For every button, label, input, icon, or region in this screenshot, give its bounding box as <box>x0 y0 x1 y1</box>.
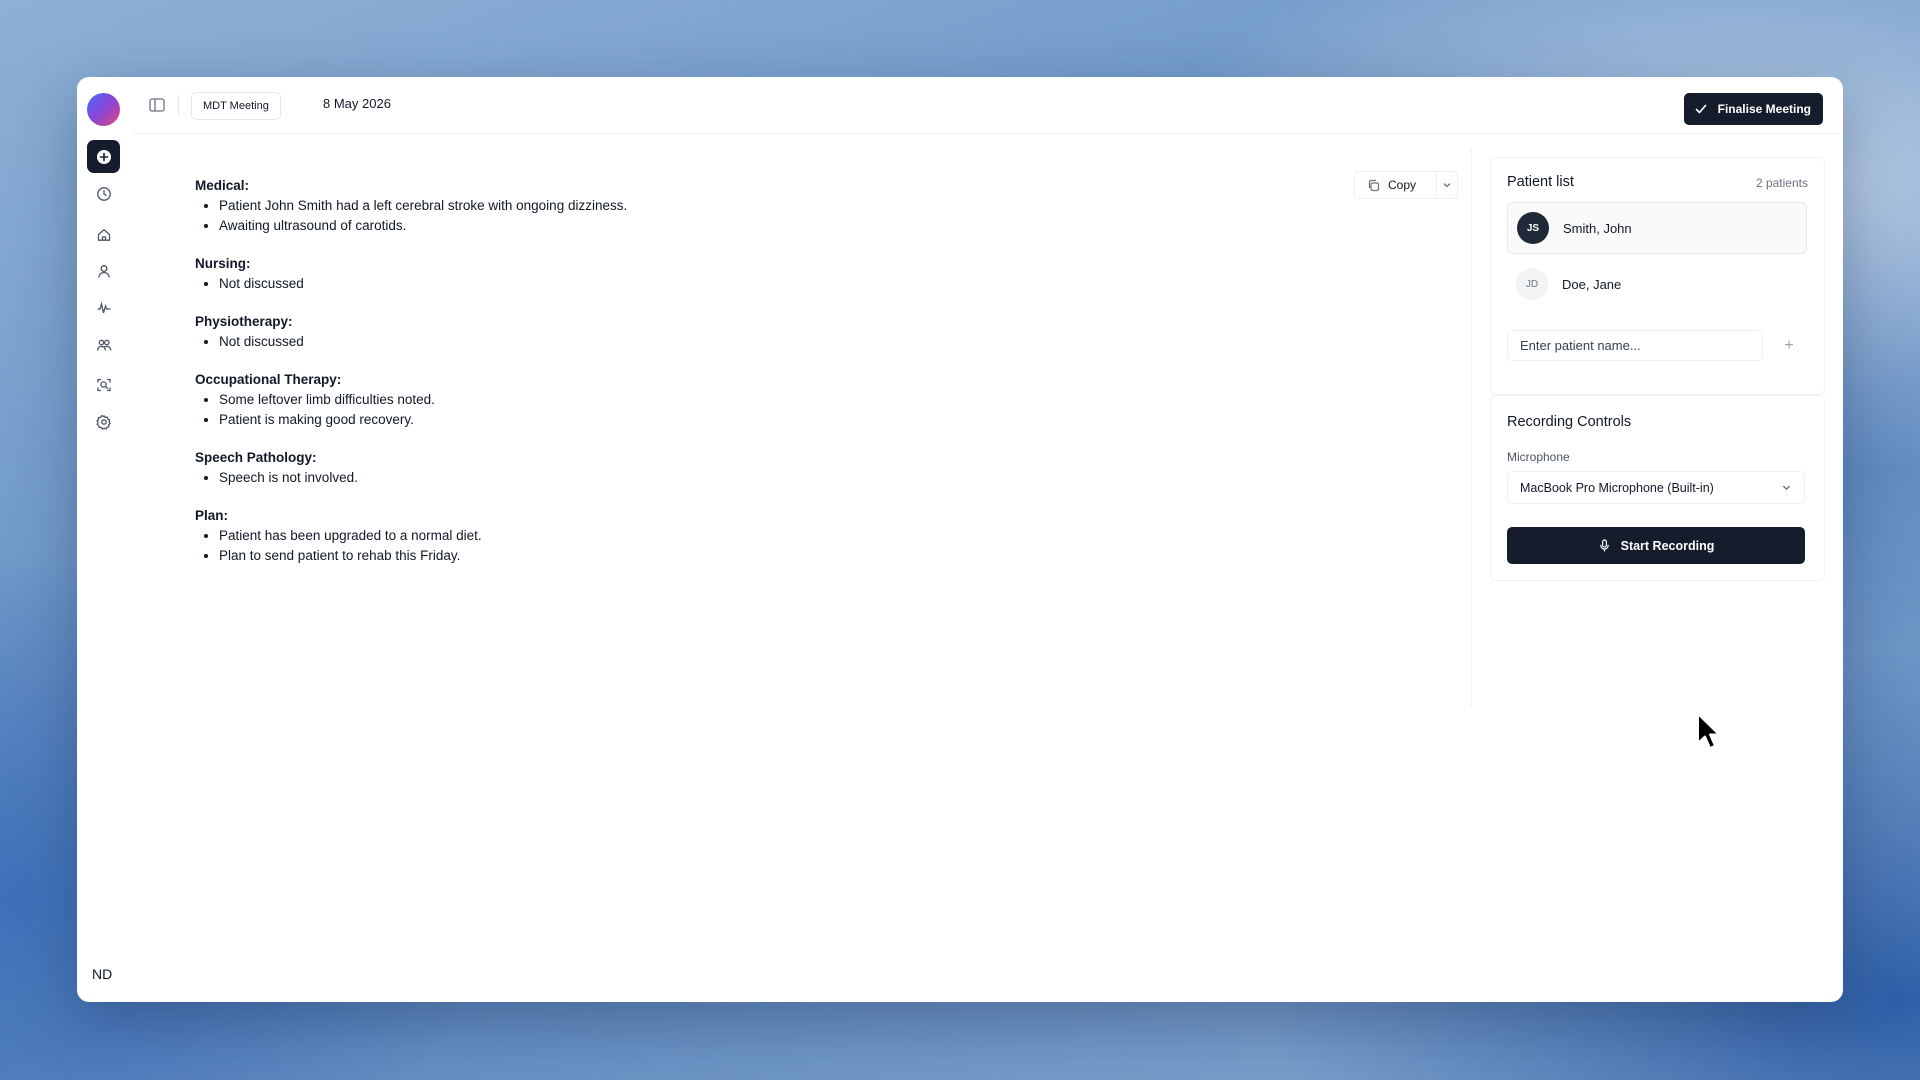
note-section-title: Occupational Therapy: <box>195 372 342 387</box>
list-item: Not discussed <box>219 332 627 352</box>
sidebar-item-home[interactable] <box>87 218 120 251</box>
patient-list-title: Patient list <box>1507 174 1574 190</box>
microphone-label: Microphone <box>1507 450 1570 464</box>
note-section: Physiotherapy: Not discussed <box>195 312 627 352</box>
note-section: Plan: Patient has been upgraded to a norm… <box>195 506 627 566</box>
meeting-type-tag[interactable]: MDT Meeting <box>191 92 281 120</box>
sidebar-item-search[interactable] <box>87 368 120 401</box>
chevron-down-icon <box>1443 183 1451 188</box>
user-initials[interactable]: ND <box>92 966 112 982</box>
copy-label: Copy <box>1388 178 1417 192</box>
note-section: Occupational Therapy: Some leftover limb … <box>195 370 627 430</box>
note-section-title: Nursing: <box>195 256 251 271</box>
activity-icon <box>96 300 111 313</box>
list-item: Awaiting ultrasound of carotids. <box>219 216 627 236</box>
sidebar-panel-icon <box>149 98 165 112</box>
note-section: Medical: Patient John Smith had a left ce… <box>195 176 627 236</box>
note-list: Some leftover limb difficulties noted.Pa… <box>195 390 627 430</box>
start-recording-button[interactable]: Start Recording <box>1507 527 1805 564</box>
chevron-down-icon <box>1783 485 1790 491</box>
add-patient-button[interactable]: + <box>1779 336 1799 356</box>
note-section-title: Medical: <box>195 178 250 193</box>
user-icon <box>97 264 110 278</box>
patient-item[interactable]: JS Smith, John <box>1507 202 1807 254</box>
patient-list-card: Patient list 2 patients JS Smith, John J… <box>1490 157 1825 395</box>
recording-controls-title: Recording Controls <box>1507 414 1632 430</box>
finalise-label: Finalise Meeting <box>1717 102 1811 116</box>
note-section: Nursing: Not discussed <box>195 254 627 294</box>
list-item: Speech is not involved. <box>219 468 627 488</box>
microphone-value: MacBook Pro Microphone (Built-in) <box>1520 480 1714 495</box>
note-list: Not discussed <box>195 332 627 352</box>
note-list: Patient has been upgraded to a normal di… <box>195 526 627 566</box>
patient-name: Doe, Jane <box>1562 276 1622 292</box>
avatar: JS <box>1517 212 1549 244</box>
avatar: JD <box>1516 268 1548 300</box>
new-meeting-button[interactable] <box>87 140 120 173</box>
panel-divider <box>1471 147 1472 707</box>
list-item: Patient John Smith had a left cerebral s… <box>219 196 627 216</box>
sidebar: ND <box>77 77 133 1002</box>
list-item: Some leftover limb difficulties noted. <box>219 390 627 410</box>
meeting-date: 8 May 2026 <box>323 96 391 111</box>
sidebar-item-settings[interactable] <box>87 405 120 438</box>
copy-options-dropdown[interactable] <box>1436 172 1457 198</box>
search-document-icon <box>96 378 111 391</box>
finalise-meeting-button[interactable]: Finalise Meeting <box>1683 93 1823 125</box>
note-section: Speech Pathology: Speech is not involved. <box>195 448 627 488</box>
list-item: Patient is making good recovery. <box>219 410 627 430</box>
note-section-title: Physiotherapy: <box>195 314 293 329</box>
list-item: Patient has been upgraded to a normal di… <box>219 526 627 546</box>
note-section-title: Speech Pathology: <box>195 450 317 465</box>
gear-icon <box>95 414 111 430</box>
plus-icon <box>96 149 111 164</box>
check-icon <box>1695 104 1706 114</box>
list-item: Plan to send patient to rehab this Frida… <box>219 546 627 566</box>
microphone-select[interactable]: MacBook Pro Microphone (Built-in) <box>1507 471 1805 504</box>
toggle-sidebar-button[interactable] <box>147 95 167 115</box>
sidebar-item-activity[interactable] <box>87 291 120 324</box>
sidebar-item-profile[interactable] <box>87 254 120 287</box>
patient-name: Smith, John <box>1563 220 1632 236</box>
copy-button[interactable]: Copy <box>1355 172 1436 198</box>
divider <box>178 95 179 115</box>
clock-icon <box>96 186 111 201</box>
sidebar-item-history[interactable] <box>87 177 120 210</box>
note-list: Speech is not involved. <box>195 468 627 488</box>
app-window: ND MDT Meeting 8 May 2026 Finalise Meeti… <box>77 77 1843 1002</box>
list-item: Not discussed <box>219 274 627 294</box>
meeting-notes: Medical: Patient John Smith had a left ce… <box>195 176 627 584</box>
note-list: Not discussed <box>195 274 627 294</box>
start-recording-label: Start Recording <box>1620 538 1715 553</box>
patient-count: 2 patients <box>1755 176 1808 190</box>
patient-name-input[interactable] <box>1507 330 1763 361</box>
microphone-icon <box>1599 539 1609 552</box>
patient-item[interactable]: JD Doe, Jane <box>1507 259 1805 309</box>
recording-controls-card: Recording Controls Microphone MacBook Pr… <box>1490 395 1825 581</box>
copy-icon <box>1368 179 1380 191</box>
users-icon <box>96 339 111 351</box>
app-logo <box>87 93 120 126</box>
home-icon <box>97 228 110 241</box>
mouse-cursor-icon <box>1697 713 1720 749</box>
copy-button-group: Copy <box>1354 171 1458 199</box>
note-list: Patient John Smith had a left cerebral s… <box>195 196 627 236</box>
sidebar-item-teams[interactable] <box>87 328 120 361</box>
note-section-title: Plan: <box>195 508 229 523</box>
top-bar: MDT Meeting 8 May 2026 Finalise Meeting <box>133 77 1843 134</box>
